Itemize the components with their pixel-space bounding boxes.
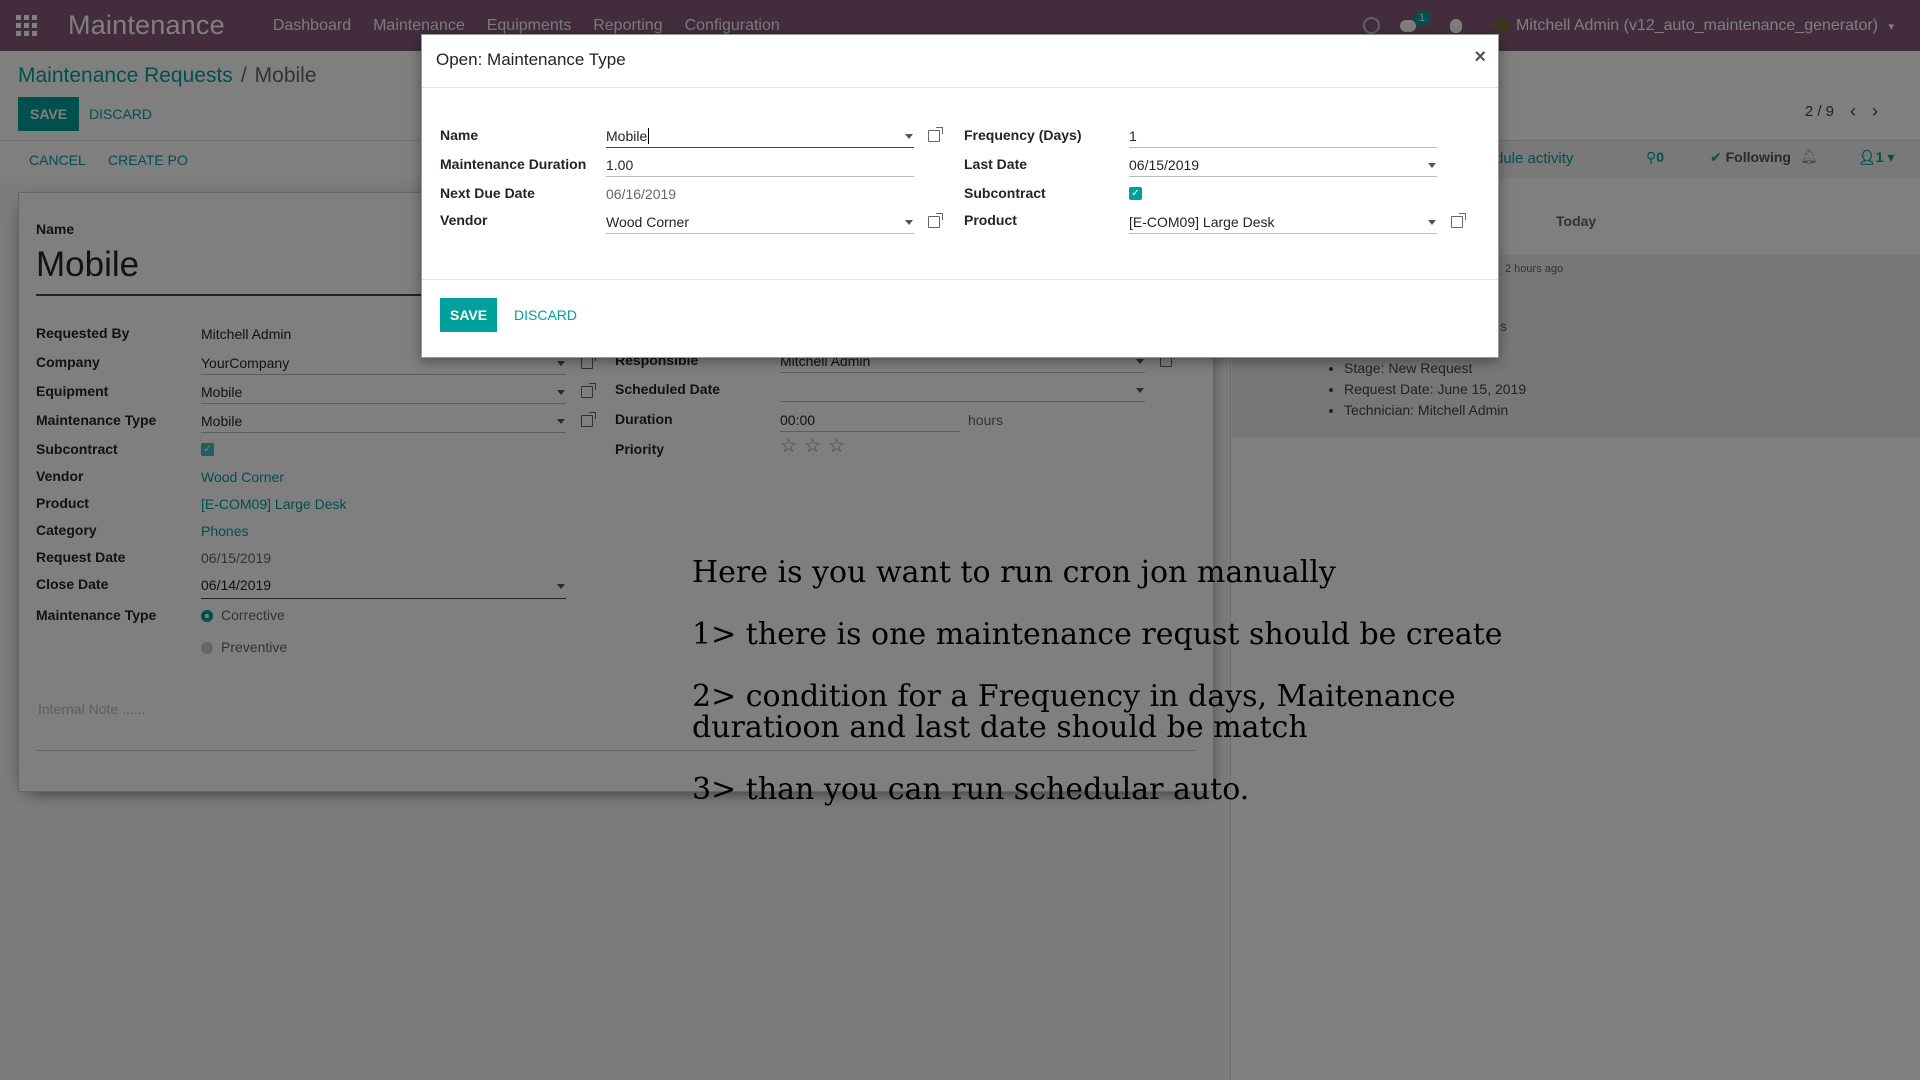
modal-frequency-input[interactable]: 1 bbox=[1129, 128, 1137, 144]
modal-product-external-link-icon[interactable] bbox=[1451, 213, 1466, 228]
modal-name-value: Mobile bbox=[606, 128, 648, 144]
modal-name-underline bbox=[606, 147, 914, 148]
modal-duration-underline bbox=[606, 176, 914, 177]
modal-last-date-underline bbox=[1129, 176, 1437, 177]
modal-name-dropdown-icon[interactable] bbox=[905, 134, 913, 139]
modal-duration-label: Maintenance Duration bbox=[440, 156, 587, 172]
modal-save-button[interactable]: SAVE bbox=[440, 298, 498, 332]
annotation-line-3a: 2> condition for a Frequency in days, Ma… bbox=[692, 679, 1456, 714]
modal-subcontract-label: Subcontract bbox=[964, 185, 1046, 201]
modal-product-input[interactable]: [E-COM09] Large Desk bbox=[1129, 214, 1275, 230]
modal-next-due-value: 06/16/2019 bbox=[606, 186, 677, 202]
modal-vendor-label: Vendor bbox=[440, 212, 488, 228]
dialog-title: Open: Maintenance Type bbox=[436, 50, 626, 69]
modal-name-input[interactable]: Mobile bbox=[606, 128, 650, 144]
modal-duration-input[interactable]: 1.00 bbox=[606, 157, 633, 173]
modal-discard-button[interactable]: DISCARD bbox=[514, 307, 577, 323]
text-cursor bbox=[648, 128, 650, 144]
modal-vendor-input[interactable]: Wood Corner bbox=[606, 214, 689, 230]
modal-last-date-input[interactable]: 06/15/2019 bbox=[1129, 157, 1199, 173]
modal-vendor-dropdown-icon[interactable] bbox=[905, 220, 913, 225]
modal-last-date-label: Last Date bbox=[964, 156, 1028, 172]
close-icon[interactable]: × bbox=[1474, 46, 1486, 69]
dialog-footer: SAVE DISCARD bbox=[422, 279, 1498, 358]
modal-product-label: Product bbox=[964, 212, 1017, 228]
modal-vendor-underline bbox=[606, 233, 914, 234]
modal-frequency-label: Frequency (Days) bbox=[964, 127, 1082, 143]
modal-last-date-dropdown-icon[interactable] bbox=[1428, 163, 1436, 168]
modal-frequency-underline bbox=[1129, 147, 1437, 148]
dialog-header: Open: Maintenance Type × bbox=[422, 35, 1498, 88]
annotation-line-3b: duratioon and last date should be match bbox=[692, 710, 1308, 745]
modal-product-dropdown-icon[interactable] bbox=[1428, 220, 1436, 225]
modal-subcontract-checkbox[interactable]: ✓ bbox=[1129, 187, 1142, 200]
modal-product-underline bbox=[1129, 233, 1437, 234]
modal-next-due-label: Next Due Date bbox=[440, 185, 535, 201]
maintenance-type-dialog: Open: Maintenance Type × Name Mobile Mai… bbox=[421, 34, 1499, 358]
annotation-line-4: 3> than you can run schedular auto. bbox=[692, 772, 1250, 807]
modal-vendor-external-link-icon[interactable] bbox=[928, 213, 943, 228]
modal-name-label: Name bbox=[440, 127, 479, 143]
annotation-line-2: 1> there is one maintenance requst shoul… bbox=[692, 617, 1503, 652]
annotation-line-1: Here is you want to run cron jon manuall… bbox=[692, 555, 1336, 590]
modal-name-external-link-icon[interactable] bbox=[928, 127, 943, 142]
